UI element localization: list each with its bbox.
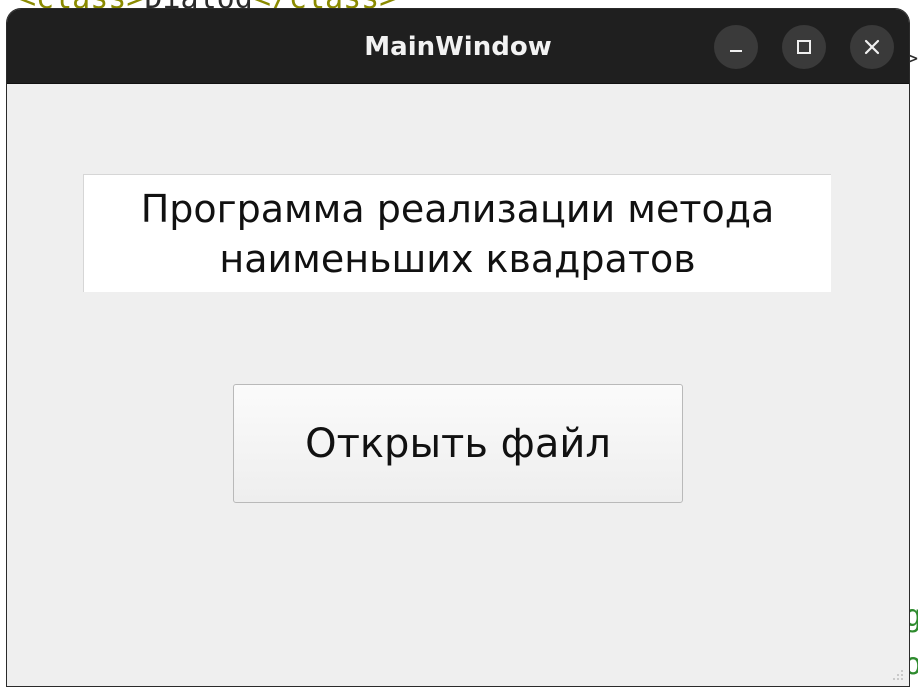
heading-label: Программа реализации метода наименьших к…	[83, 174, 831, 292]
central-widget: Программа реализации метода наименьших к…	[7, 84, 909, 686]
close-button[interactable]	[850, 25, 894, 69]
minimize-icon	[728, 39, 744, 55]
main-window: MainWindow Программа реализации метода н…	[7, 9, 909, 686]
window-title: MainWindow	[364, 32, 552, 62]
maximize-icon	[796, 39, 812, 55]
close-icon	[864, 39, 880, 55]
open-file-button[interactable]: Открыть файл	[233, 384, 683, 503]
heading-text: Программа реализации метода наименьших к…	[140, 186, 775, 281]
resize-grip-icon[interactable]	[889, 666, 905, 682]
minimize-button[interactable]	[714, 25, 758, 69]
open-file-button-label: Открыть файл	[305, 420, 611, 467]
title-bar[interactable]: MainWindow	[7, 9, 909, 84]
maximize-button[interactable]	[782, 25, 826, 69]
